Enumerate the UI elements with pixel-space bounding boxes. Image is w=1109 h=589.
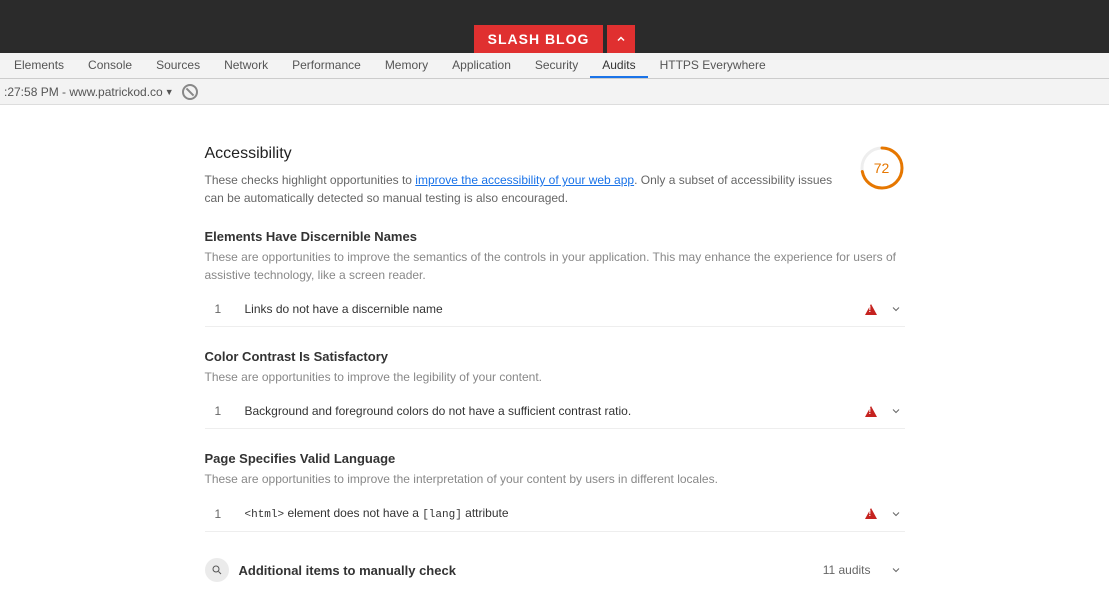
tab-https-everywhere[interactable]: HTTPS Everywhere xyxy=(648,53,778,78)
tab-console[interactable]: Console xyxy=(76,53,144,78)
chevron-down-icon xyxy=(890,405,902,417)
page-header: SLASH BLOG xyxy=(0,0,1109,53)
score-value: 72 xyxy=(859,145,905,191)
desc-prefix: These checks highlight opportunities to xyxy=(205,173,416,187)
group-title: Page Specifies Valid Language xyxy=(205,451,905,466)
group-description: These are opportunities to improve the s… xyxy=(205,248,905,284)
group-description: These are opportunities to improve the l… xyxy=(205,368,905,386)
expand-audit[interactable] xyxy=(887,405,905,417)
brand-collapse-button[interactable] xyxy=(607,25,635,53)
chevron-down-icon xyxy=(890,303,902,315)
report-dropdown-label: :27:58 PM - www.patrickod.co xyxy=(4,85,163,99)
tab-sources[interactable]: Sources xyxy=(144,53,212,78)
group-description: These are opportunities to improve the i… xyxy=(205,470,905,488)
audit-title: Links do not have a discernible name xyxy=(235,302,865,316)
improve-accessibility-link[interactable]: improve the accessibility of your web ap… xyxy=(415,173,634,187)
audit-group: Color Contrast Is Satisfactory These are … xyxy=(205,349,905,429)
tab-memory[interactable]: Memory xyxy=(373,53,440,78)
audits-toolbar: :27:58 PM - www.patrickod.co ▼ xyxy=(0,79,1109,105)
accessibility-panel: Accessibility These checks highlight opp… xyxy=(205,145,905,589)
chevron-down-icon xyxy=(890,564,902,576)
audit-row[interactable]: 1Links do not have a discernible name xyxy=(205,292,905,327)
section-header: Accessibility These checks highlight opp… xyxy=(205,145,905,207)
expand-audit[interactable] xyxy=(887,303,905,315)
report-dropdown[interactable]: :27:58 PM - www.patrickod.co ▼ xyxy=(4,85,174,99)
tab-elements[interactable]: Elements xyxy=(2,53,76,78)
audit-row[interactable]: 1<html> element does not have a [lang] a… xyxy=(205,496,905,532)
group-title: Color Contrast Is Satisfactory xyxy=(205,349,905,364)
tab-audits[interactable]: Audits xyxy=(590,53,647,78)
audit-title: Background and foreground colors do not … xyxy=(235,404,865,418)
group-title: Elements Have Discernible Names xyxy=(205,229,905,244)
chevron-down-icon xyxy=(890,508,902,520)
manual-title: Additional items to manually check xyxy=(239,563,813,578)
tab-performance[interactable]: Performance xyxy=(280,53,373,78)
audit-row[interactable]: 1Background and foreground colors do not… xyxy=(205,394,905,429)
search-icon xyxy=(211,564,223,576)
devtools-tabs: ElementsConsoleSourcesNetworkPerformance… xyxy=(0,53,1109,79)
section-title: Accessibility xyxy=(205,145,835,163)
warning-icon xyxy=(865,508,877,519)
tab-application[interactable]: Application xyxy=(440,53,523,78)
content-area: Accessibility These checks highlight opp… xyxy=(0,105,1109,589)
manual-check-row[interactable]: Additional items to manually check 11 au… xyxy=(205,550,905,589)
magnifier-badge xyxy=(205,558,229,582)
audit-index: 1 xyxy=(215,302,235,316)
warning-icon xyxy=(865,406,877,417)
expand-audit[interactable] xyxy=(887,508,905,520)
brand-label[interactable]: SLASH BLOG xyxy=(474,25,604,53)
brand-container: SLASH BLOG xyxy=(474,25,636,53)
expand-manual[interactable] xyxy=(887,564,905,576)
audit-index: 1 xyxy=(215,404,235,418)
audit-index: 1 xyxy=(215,507,235,521)
tab-network[interactable]: Network xyxy=(212,53,280,78)
score-gauge: 72 xyxy=(859,145,905,191)
manual-count: 11 audits xyxy=(823,563,871,577)
dropdown-triangle-icon: ▼ xyxy=(165,87,174,97)
clear-icon[interactable] xyxy=(182,84,198,100)
audit-group: Elements Have Discernible Names These are… xyxy=(205,229,905,327)
audit-title: <html> element does not have a [lang] at… xyxy=(235,506,865,521)
section-description: These checks highlight opportunities to … xyxy=(205,171,835,207)
audit-group: Page Specifies Valid Language These are o… xyxy=(205,451,905,532)
warning-icon xyxy=(865,304,877,315)
tab-security[interactable]: Security xyxy=(523,53,590,78)
chevron-up-icon xyxy=(615,33,627,45)
